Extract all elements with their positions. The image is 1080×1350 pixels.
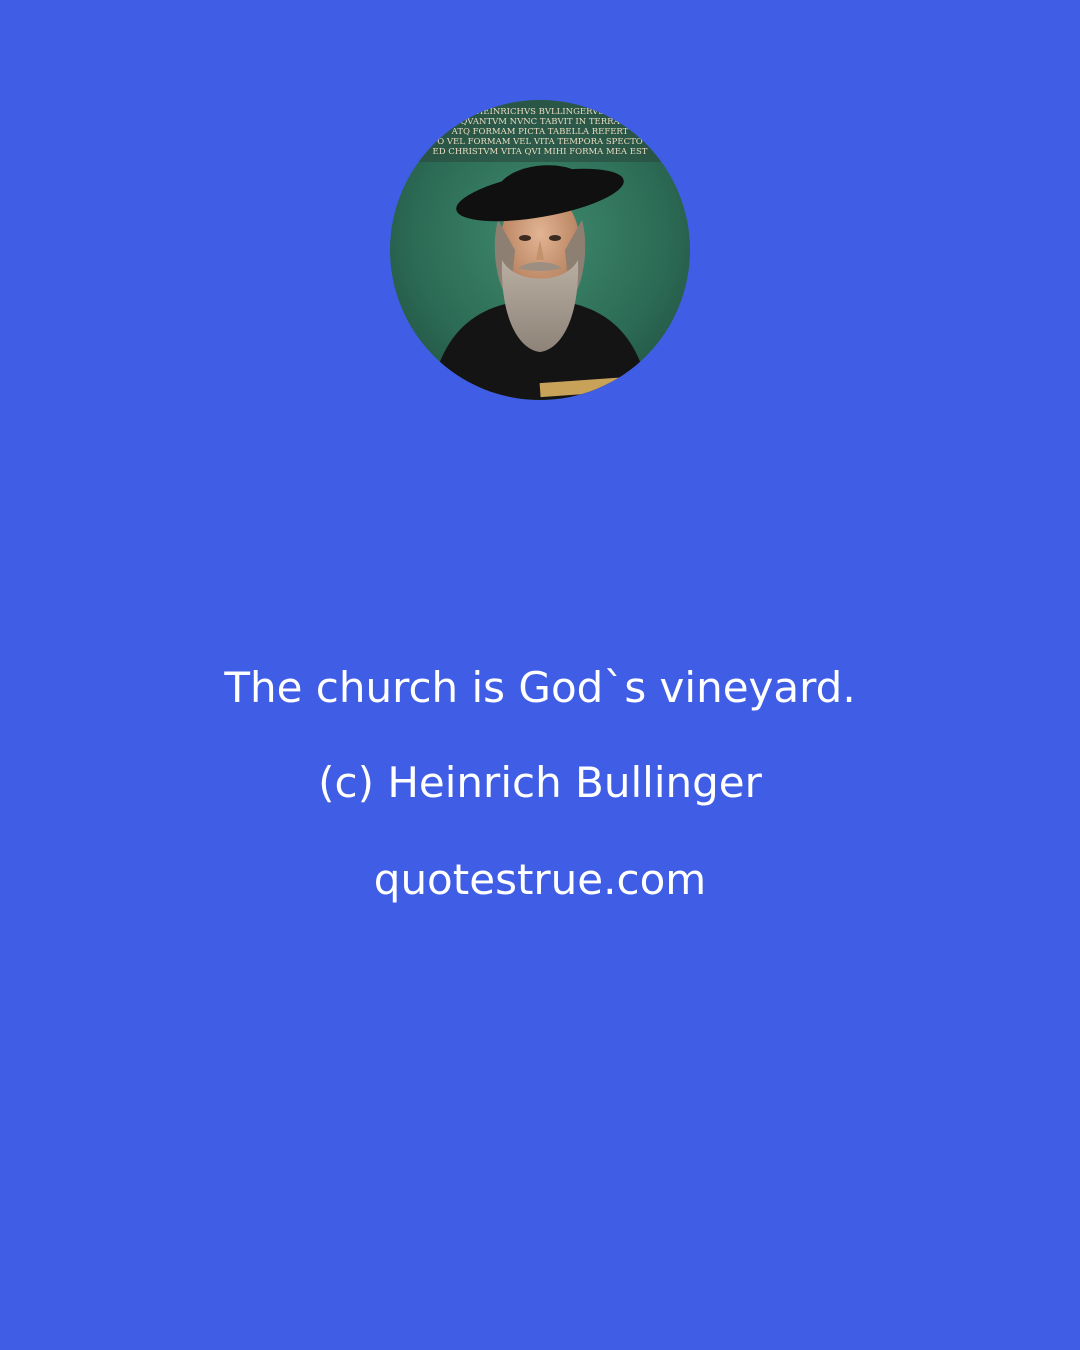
inscription-line: ED CHRISTVM VITA QVI MIHI FORMA MEA EST [433,147,648,157]
quote-text: The church is God`s vineyard. [224,663,856,712]
site-name: quotestrue.com [373,855,707,904]
quote-author: (c) Heinrich Bullinger [318,758,762,807]
inscription-line: ATQ FORMAM PICTA TABELLA REFERT [451,127,629,137]
portrait-painting: HEINRICHVS BVLLINGERVS QVANTVM NVNC TABV… [390,100,690,400]
inscription-line: O VEL FORMAM VEL VITA TEMPORA SPECTO [437,137,643,147]
author-portrait: HEINRICHVS BVLLINGERVS QVANTVM NVNC TABV… [390,100,690,400]
inscription-line: QVANTVM NVNC TABVIT IN TERRA [460,117,620,127]
inscription-line: HEINRICHVS BVLLINGERVS [476,107,604,117]
